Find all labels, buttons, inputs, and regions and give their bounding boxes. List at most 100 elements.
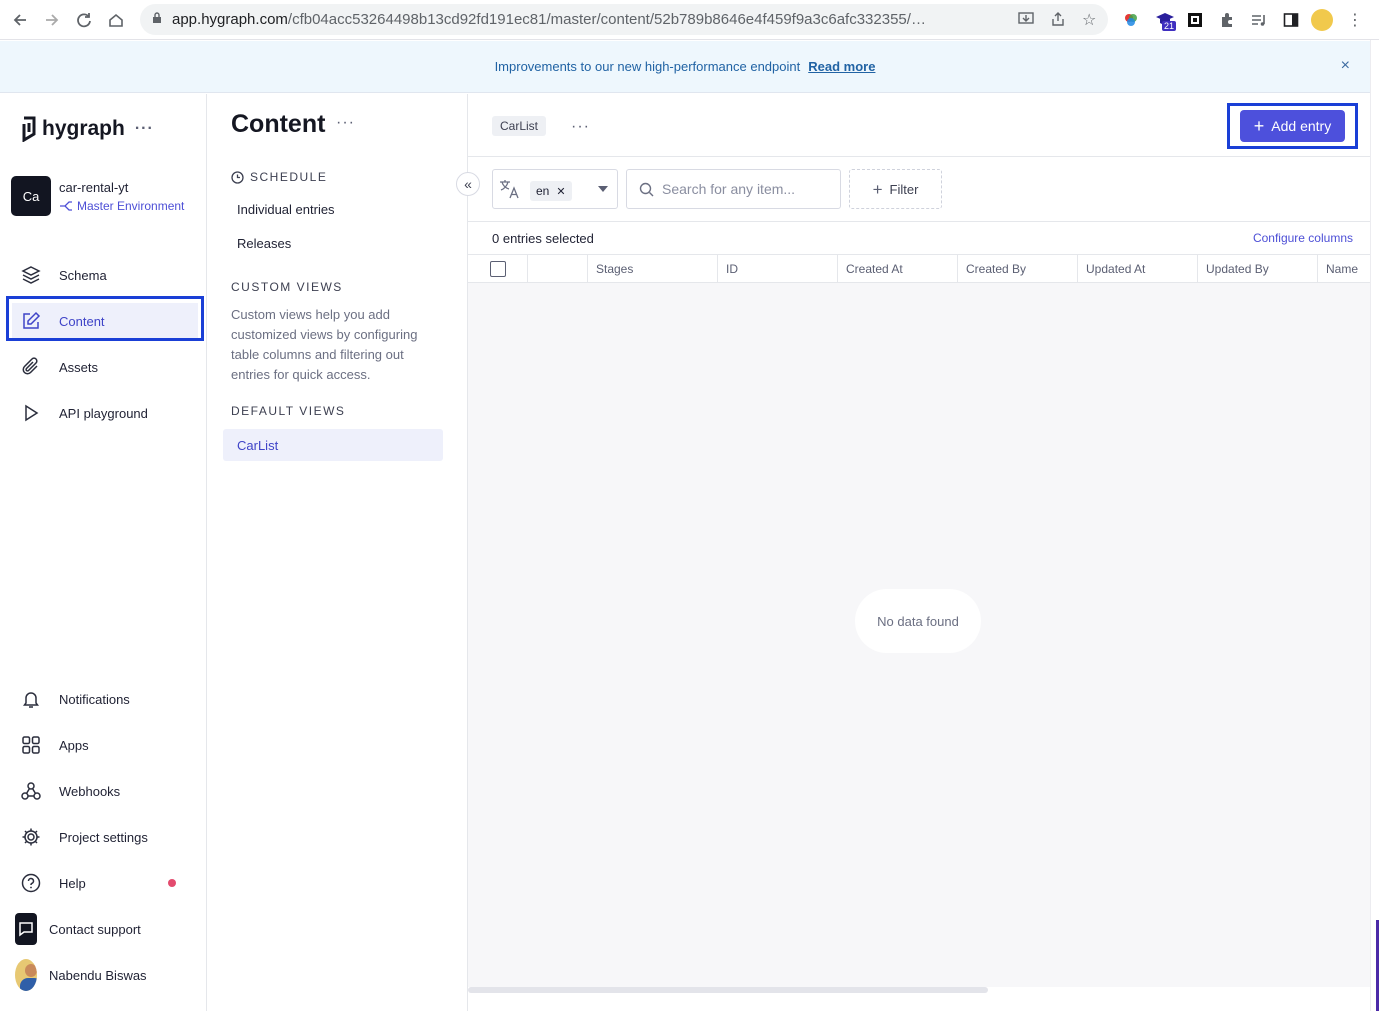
frame-extension-icon[interactable] xyxy=(1184,9,1206,31)
sidebar-item-label: Schema xyxy=(59,267,107,283)
sidebar-item-contact-support[interactable]: Contact support xyxy=(12,911,198,947)
view-item-carlist[interactable]: CarList xyxy=(223,429,443,461)
logo[interactable]: hygraph ··· xyxy=(20,116,154,142)
column-header-created-by[interactable]: Created By xyxy=(957,255,1078,282)
sidebar-item-label: Webhooks xyxy=(59,783,121,799)
more-vert-icon[interactable]: ⋮ xyxy=(1344,9,1366,31)
configure-columns-link[interactable]: Configure columns xyxy=(1253,231,1353,245)
translate-icon xyxy=(499,179,521,204)
content-panel: Content ··· SCHEDULE Individual entries … xyxy=(207,94,468,1011)
lock-icon xyxy=(152,12,162,27)
bookmark-star-icon[interactable]: ☆ xyxy=(1082,10,1096,30)
apps-icon xyxy=(20,734,42,756)
locale-label: en xyxy=(536,184,550,198)
sidebar-item-label: API playground xyxy=(59,405,148,421)
close-icon[interactable]: × xyxy=(1341,57,1350,75)
schedule-heading-label: SCHEDULE xyxy=(250,170,328,184)
plus-icon: + xyxy=(1253,116,1265,136)
webhook-icon xyxy=(20,780,42,802)
layers-icon xyxy=(20,264,42,286)
sidebar-item-schema[interactable]: Schema xyxy=(12,257,198,293)
column-header-name[interactable]: Name xyxy=(1317,255,1370,282)
environment-name: Master Environment xyxy=(77,199,185,213)
schedule-heading: SCHEDULE xyxy=(231,170,327,184)
logo-text: hygraph xyxy=(42,117,125,140)
environment-link[interactable]: Master Environment xyxy=(59,199,184,213)
locale-select[interactable]: en ✕ xyxy=(492,169,618,209)
remove-locale-icon[interactable]: ✕ xyxy=(556,185,565,198)
collapse-panel-icon[interactable]: « xyxy=(456,172,480,196)
share-icon[interactable] xyxy=(1050,11,1066,31)
graduation-extension-icon[interactable]: 21 xyxy=(1154,9,1177,31)
sidebar-item-user[interactable]: Nabendu Biswas xyxy=(12,957,198,993)
sidebar-item-project-settings[interactable]: Project settings xyxy=(12,819,198,855)
search-input[interactable]: Search for any item... xyxy=(626,169,841,209)
sidebar-item-help[interactable]: Help xyxy=(12,865,198,901)
media-queue-icon[interactable] xyxy=(1248,9,1270,31)
sidebar-item-apps[interactable]: Apps xyxy=(12,727,198,763)
column-header-updated-at[interactable]: Updated At xyxy=(1077,255,1198,282)
individual-entries-link[interactable]: Individual entries xyxy=(237,202,335,217)
page-title: Content xyxy=(231,110,326,138)
default-views-heading: DEFAULT VIEWS xyxy=(231,404,346,418)
column-header-id[interactable]: ID xyxy=(717,255,838,282)
color-extension-icon[interactable] xyxy=(1120,9,1142,31)
gear-icon xyxy=(20,826,42,848)
content-menu-icon[interactable]: ··· xyxy=(336,114,355,132)
locale-chip: en ✕ xyxy=(530,181,572,201)
avatar xyxy=(15,959,37,991)
search-icon xyxy=(639,182,654,196)
table-header: Stages ID Created At Created By Updated … xyxy=(468,254,1370,283)
column-header-stages[interactable]: Stages xyxy=(587,255,717,282)
reload-icon[interactable] xyxy=(72,8,96,32)
horizontal-scrollbar[interactable] xyxy=(468,987,988,993)
select-all-checkbox[interactable] xyxy=(490,261,506,277)
divider xyxy=(468,156,1370,157)
profile-avatar[interactable] xyxy=(1311,9,1333,31)
sidebar-item-assets[interactable]: Assets xyxy=(12,349,198,385)
home-icon[interactable] xyxy=(104,8,128,32)
view-tag: CarList xyxy=(492,116,547,136)
releases-link[interactable]: Releases xyxy=(237,236,291,251)
project-switcher[interactable]: Ca car-rental-yt Master Environment xyxy=(11,176,201,218)
bell-icon xyxy=(20,688,42,710)
help-notification-dot xyxy=(168,879,176,887)
forward-icon[interactable] xyxy=(40,8,64,32)
plus-icon: + xyxy=(872,179,883,199)
chat-icon xyxy=(15,913,37,945)
column-header-updated-by[interactable]: Updated By xyxy=(1197,255,1318,282)
filter-button[interactable]: + Filter xyxy=(849,169,942,209)
sidebar-item-webhooks[interactable]: Webhooks xyxy=(12,773,198,809)
workspace-menu-icon[interactable]: ··· xyxy=(135,120,154,138)
extensions-puzzle-icon[interactable] xyxy=(1216,9,1238,31)
address-bar[interactable]: app.hygraph.com /cfb04acc53264498b13cd92… xyxy=(140,4,1108,35)
divider xyxy=(468,221,1370,222)
back-icon[interactable] xyxy=(8,8,32,32)
install-icon[interactable] xyxy=(1018,11,1034,31)
view-menu-icon[interactable]: ··· xyxy=(571,118,590,136)
announcement-banner: Improvements to our new high-performance… xyxy=(0,41,1370,93)
empty-state: No data found xyxy=(855,589,981,653)
window-edge xyxy=(1370,40,1379,1011)
url-path: /cfb04acc53264498b13cd92fd191ec81/master… xyxy=(287,11,928,28)
sidebar: hygraph ··· Ca car-rental-yt Master Envi… xyxy=(0,94,207,1011)
sidebar-item-api-playground[interactable]: API playground xyxy=(12,395,198,431)
sidebar-item-notifications[interactable]: Notifications xyxy=(12,681,198,717)
add-entry-label: Add entry xyxy=(1271,118,1332,134)
help-icon xyxy=(20,872,42,894)
sidebar-item-label: Help xyxy=(59,875,86,891)
play-icon xyxy=(20,402,42,424)
banner-text: Improvements to our new high-performance… xyxy=(494,59,801,74)
sidebar-item-label: Assets xyxy=(59,359,99,375)
add-entry-button[interactable]: + Add entry xyxy=(1240,110,1345,142)
chevron-down-icon[interactable] xyxy=(598,186,608,192)
sidebar-item-label: Notifications xyxy=(59,691,130,707)
add-entry-highlight-box: + Add entry xyxy=(1227,103,1358,149)
side-panel-icon[interactable] xyxy=(1280,9,1302,31)
filter-label: Filter xyxy=(889,181,919,197)
column-header-created-at[interactable]: Created At xyxy=(837,255,958,282)
hygraph-logo-icon xyxy=(22,116,36,142)
read-more-link[interactable]: Read more xyxy=(808,59,875,74)
sidebar-item-label: Project settings xyxy=(59,829,148,845)
table-body: No data found xyxy=(468,283,1370,987)
